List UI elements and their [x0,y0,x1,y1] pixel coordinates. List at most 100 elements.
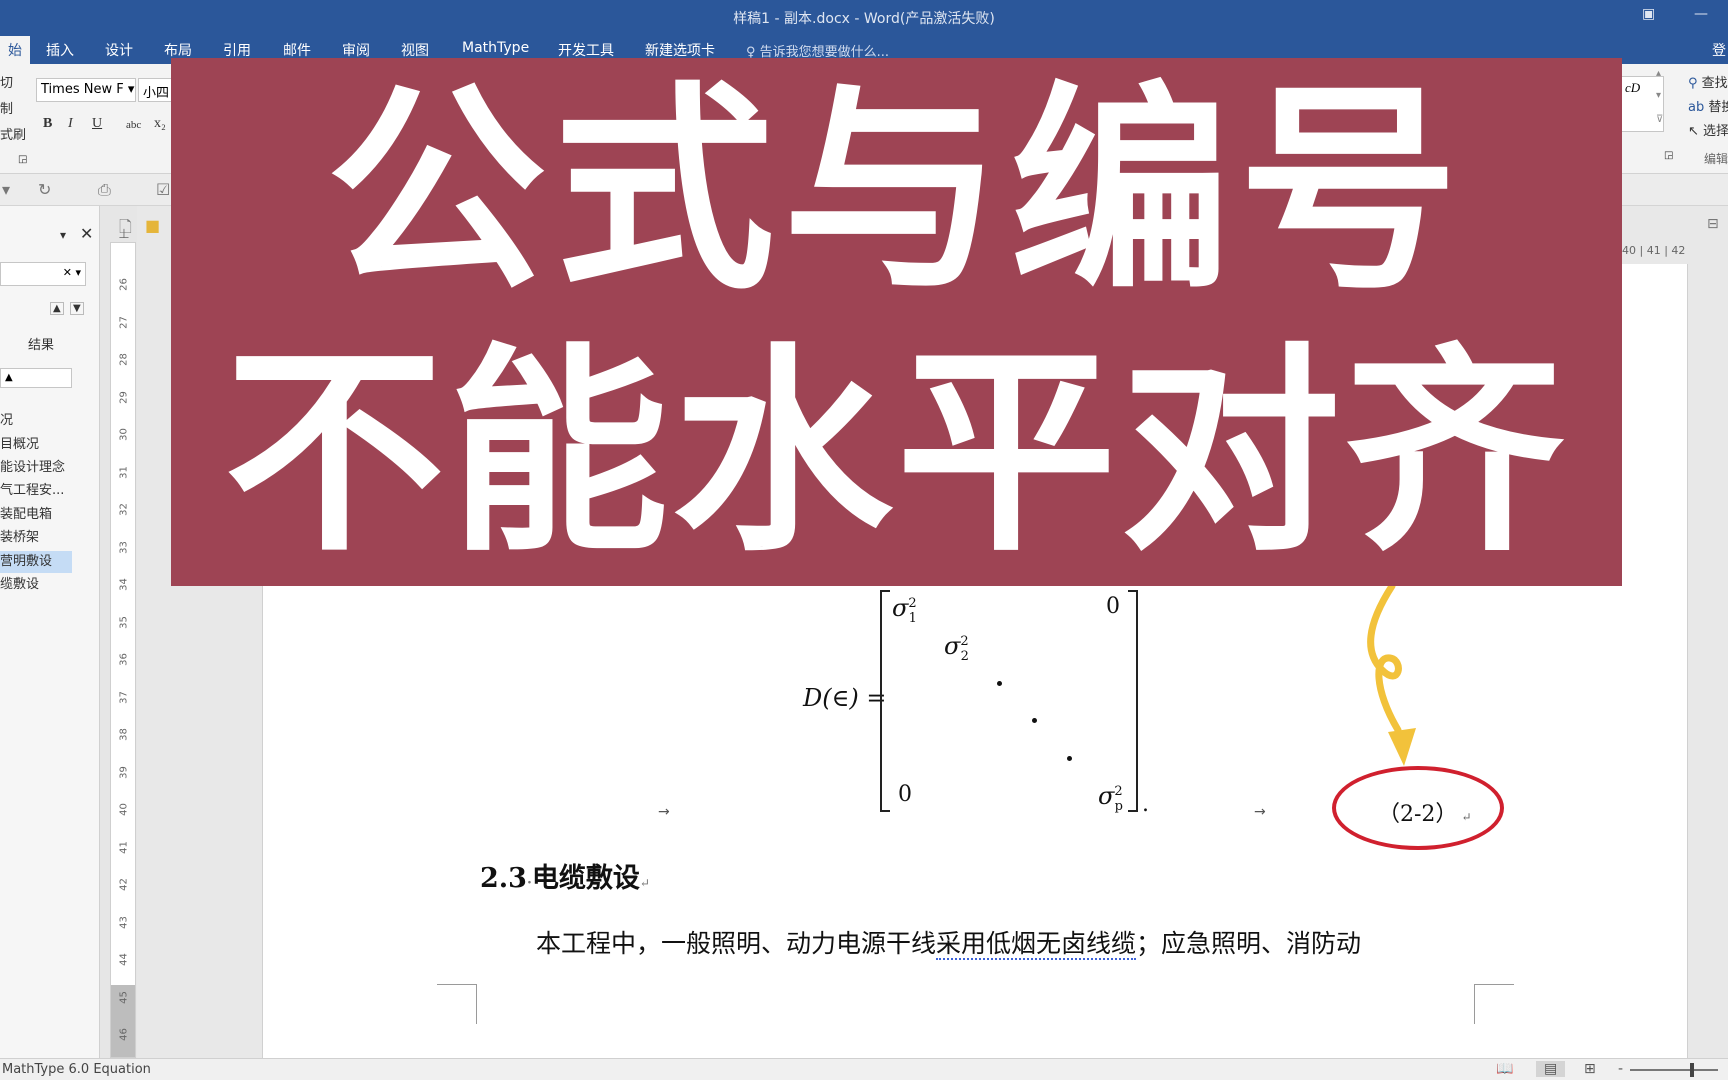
cut-button[interactable]: 切 [0,72,13,91]
nav-down-icon[interactable]: ▼ [70,302,84,315]
nav-heading-item[interactable]: 装桥架 [0,527,100,549]
gallery-scroll-down-icon[interactable]: ▾ [1656,90,1661,101]
gallery-more-icon[interactable]: ⊽ [1656,114,1663,125]
nav-heading-item[interactable]: 目概况 [0,434,100,456]
undo-dropdown-icon[interactable]: ▾ [2,180,10,199]
horizontal-ruler: 40 | 41 | 42 [1622,244,1686,257]
read-mode-icon[interactable]: 📖 [1496,1061,1513,1077]
equation-lhs[interactable]: D(∈) = [803,684,886,712]
word-window: 样稿1 - 副本.docx - Word(产品激活失败) ▣ — 始 插入 设计… [0,0,1728,1080]
paragraph-text: ；应急照明、消防动 [1136,929,1362,958]
title-bar: 样稿1 - 副本.docx - Word(产品激活失败) ▣ — [0,0,1728,34]
heading-number: 2.3 [480,863,527,894]
matrix-entry-sigma2: σ22 [944,632,969,664]
nav-search-input[interactable]: ✕ ▾ [0,262,86,286]
copy-button[interactable]: 制 [0,98,13,117]
nav-heading-collapse[interactable]: ▲ [0,368,72,388]
nav-up-icon[interactable]: ▲ [50,302,64,315]
heading-text: 电缆敷设 [531,863,640,894]
close-icon[interactable]: ✕ [80,224,93,243]
body-paragraph[interactable]: 本工程中，一般照明、动力电源干线采用低烟无卤线缆；应急照明、消防动 [536,924,1361,960]
nav-heading-item[interactable]: 气工程安... [0,480,100,502]
font-name-value: Times New F [41,82,124,97]
underline-button[interactable]: U [92,116,102,132]
print-layout-icon[interactable]: ▤ [1536,1061,1566,1077]
paragraph-mark: ↵ [639,876,650,890]
redo-icon[interactable]: ↻ [38,180,51,199]
matrix-zero-upper: 0 [1106,594,1120,619]
open-folder-icon[interactable]: ■ [145,216,160,235]
tab-results[interactable]: 结果 [28,334,54,353]
ruler-tick: 29 [118,391,130,404]
matrix-zero-lower: 0 [898,782,912,807]
tab-references[interactable]: 引用 [223,40,251,60]
font-name-select[interactable]: Times New F ▾ [36,78,136,102]
tab-new[interactable]: 新建选项卡 [645,40,715,60]
format-painter-button[interactable]: 式刷 [0,124,26,143]
zoom-slider-thumb[interactable] [1690,1063,1694,1077]
zoom-slider[interactable] [1630,1069,1718,1071]
select-button[interactable]: ↖ 选择 [1688,120,1728,139]
equation-number[interactable]: （2-2） ↵ [1378,796,1472,828]
checkbox-icon[interactable]: ☑ [156,180,170,199]
tab-insert[interactable]: 插入 [46,40,74,60]
paragraph-text: 本工程中，一般照明、动力电源干线 [536,929,937,958]
subscript-button[interactable]: x₂ [154,116,166,132]
tab-layout[interactable]: 布局 [164,40,192,60]
tab-stop-icon[interactable]: ⊥ [115,227,133,242]
tab-design[interactable]: 设计 [105,40,133,60]
nav-heading-item[interactable]: 能设计理念 [0,457,100,479]
restore-icon[interactable]: ▣ [1642,6,1655,22]
ruler-tick: 34 [118,578,130,591]
ruler-tick: 38 [118,728,130,741]
strikethrough-button[interactable]: abc [126,119,141,131]
pane-options-icon[interactable]: ▾ [60,228,66,242]
ruler-tick: 28 [118,353,130,366]
bold-button[interactable]: B [43,116,52,132]
web-layout-icon[interactable]: ⊞ [1584,1061,1596,1077]
styles-launcher-icon[interactable]: ◲ [1664,150,1673,161]
ruler-tick: 40 [118,803,130,816]
nav-heading-item[interactable]: 况 [0,410,100,432]
ruler-tick: 33 [118,541,130,554]
dialog-launcher-icon[interactable]: ◲ [18,154,27,165]
ruler-tick: 27 [118,316,130,329]
ruler-tick: 35 [118,616,130,629]
editing-group-label: 编辑 [1704,152,1728,166]
tab-developer[interactable]: 开发工具 [558,40,614,60]
nav-heading-item[interactable]: 装配电箱 [0,504,100,526]
vertical-ruler: ⊥ 26 27 28 29 30 31 32 33 34 35 36 37 38… [110,227,136,1058]
matrix-diagonal-dot [1067,756,1072,761]
ruler-tick: 32 [118,503,130,516]
find-label: 查找 [1701,76,1728,91]
matrix-left-bracket [880,590,890,812]
select-label: 选择 [1703,124,1728,139]
gallery-scroll-up-icon[interactable]: ▴ [1656,68,1661,79]
tab-home[interactable]: 始 [0,36,30,64]
tab-mark: → [1254,804,1266,820]
matrix-diagonal-dot [1032,718,1037,723]
tab-mailings[interactable]: 邮件 [283,40,311,60]
status-text: MathType 6.0 Equation [2,1062,151,1077]
font-size-select[interactable]: 小四 [138,78,174,102]
nav-heading-item[interactable]: 缆敷设 [0,574,100,596]
title-banner: 公式与编号 不能水平对齐 [171,58,1622,586]
find-button[interactable]: ⚲ 查找 [1688,72,1728,91]
tab-review[interactable]: 审阅 [342,40,370,60]
print-preview-icon[interactable]: ⎙ [98,180,111,200]
banner-line-1: 公式与编号 [326,63,1467,319]
minimize-button[interactable]: — [1694,6,1708,22]
ruler-tick: 46 [118,1028,130,1041]
navigation-pane: ▾ ✕ ✕ ▾ ▲ ▼ 结果 ▲ 况 目概况 能设计理念 气工程安... 装配电… [0,206,100,1058]
zoom-out-button[interactable]: - [1618,1061,1623,1077]
view-toggle-icon[interactable]: ⊟ [1707,216,1719,232]
nav-heading-item-selected[interactable]: 营明敷设 [0,551,72,573]
ruler-tick: 37 [118,691,130,704]
tab-mathtype[interactable]: MathType [462,40,529,56]
tab-view[interactable]: 视图 [401,40,429,60]
replace-button[interactable]: ab 替换 [1688,96,1728,115]
section-heading[interactable]: 2.3·电缆敷设↵ [480,856,650,895]
italic-button[interactable]: I [68,116,73,132]
matrix-entry-sigma1: σ21 [892,594,917,626]
sign-in-link[interactable]: 登 [1712,40,1726,60]
